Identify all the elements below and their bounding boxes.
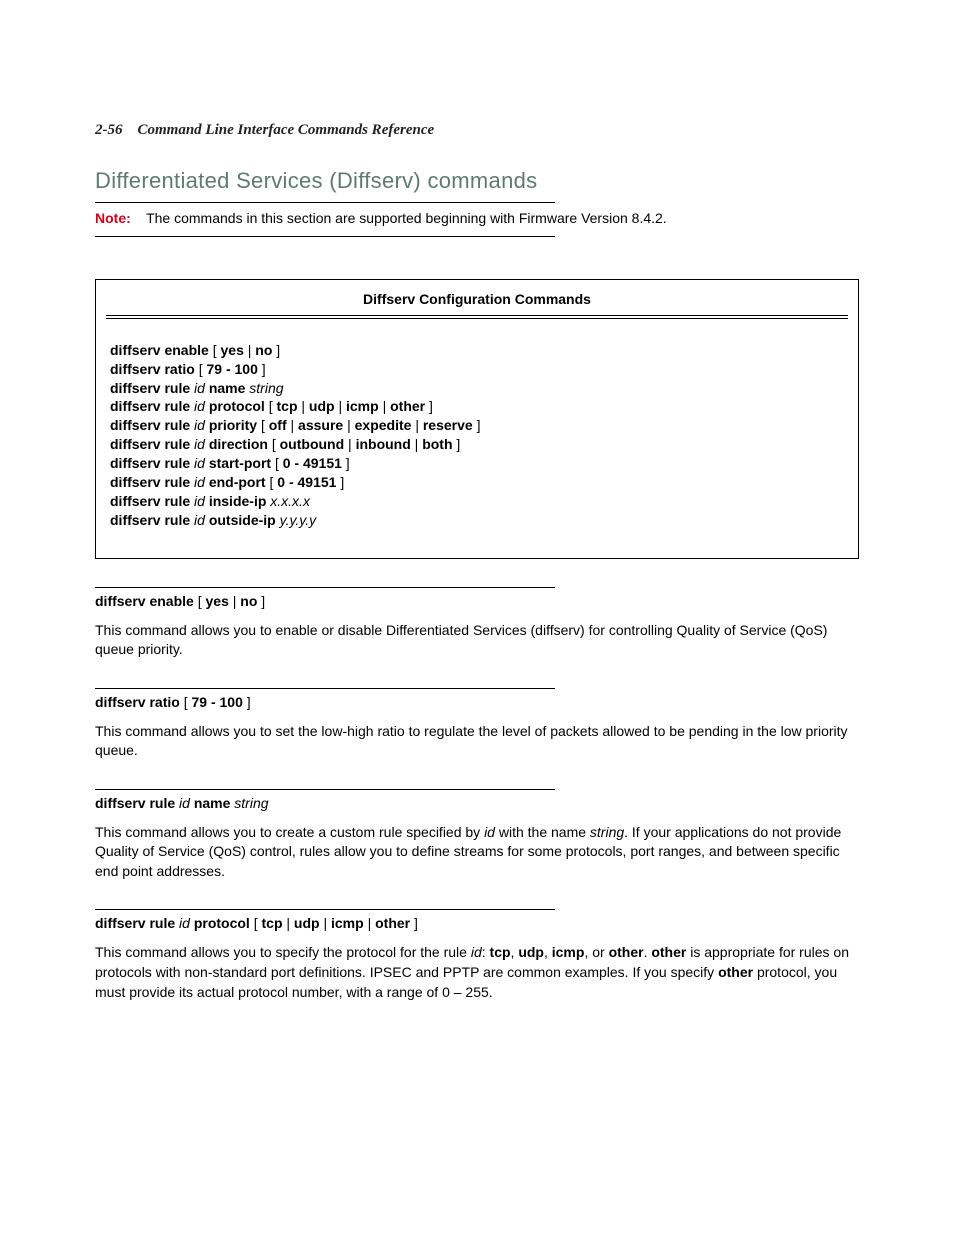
command-syntax-line: diffserv rule id name string	[110, 379, 844, 398]
command-heading: diffserv ratio [ 79 - 100 ]	[95, 693, 859, 712]
command-heading: diffserv rule id name string	[95, 794, 859, 813]
config-commands-box: Diffserv Configuration Commands diffserv…	[95, 279, 859, 559]
command-syntax-line: diffserv rule id protocol [ tcp | udp | …	[110, 397, 844, 416]
page-header-title: Command Line Interface Commands Referenc…	[138, 122, 435, 138]
page-number: 2-56	[95, 122, 123, 138]
command-syntax-line: diffserv rule id start-port [ 0 - 49151 …	[110, 454, 844, 473]
page-header: 2-56 Command Line Interface Commands Ref…	[95, 120, 859, 140]
command-syntax-line: diffserv rule id end-port [ 0 - 49151 ]	[110, 473, 844, 492]
command-section: diffserv ratio [ 79 - 100 ] This command …	[95, 688, 859, 761]
table-title: Diffserv Configuration Commands	[96, 280, 858, 315]
divider	[95, 789, 555, 790]
command-description: This command allows you to set the low-h…	[95, 722, 859, 761]
command-syntax-line: diffserv ratio [ 79 - 100 ]	[110, 360, 844, 379]
table-body: diffserv enable [ yes | no ]diffserv rat…	[96, 319, 858, 558]
command-description: This command allows you to specify the p…	[95, 943, 859, 1002]
command-section: diffserv enable [ yes | no ] This command…	[95, 587, 859, 660]
divider	[95, 236, 555, 237]
command-syntax-line: diffserv rule id priority [ off | assure…	[110, 416, 844, 435]
command-description: This command allows you to enable or dis…	[95, 621, 859, 660]
divider	[95, 587, 555, 588]
note-label: Note:	[95, 210, 131, 226]
divider	[95, 909, 555, 910]
command-section: diffserv rule id protocol [ tcp | udp | …	[95, 909, 859, 1002]
command-description: This command allows you to create a cust…	[95, 823, 859, 882]
command-heading: diffserv rule id protocol [ tcp | udp | …	[95, 914, 859, 933]
command-heading: diffserv enable [ yes | no ]	[95, 592, 859, 611]
command-syntax-line: diffserv rule id outside-ip y.y.y.y	[110, 511, 844, 530]
note-text: The commands in this section are support…	[146, 210, 667, 226]
section-title: Differentiated Services (Diffserv) comma…	[95, 166, 859, 196]
command-syntax-line: diffserv rule id direction [ outbound | …	[110, 435, 844, 454]
divider	[95, 688, 555, 689]
divider	[95, 202, 555, 203]
command-syntax-line: diffserv enable [ yes | no ]	[110, 341, 844, 360]
note-line: Note: The commands in this section are s…	[95, 209, 859, 228]
command-section: diffserv rule id name string This command…	[95, 789, 859, 882]
command-syntax-line: diffserv rule id inside-ip x.x.x.x	[110, 492, 844, 511]
